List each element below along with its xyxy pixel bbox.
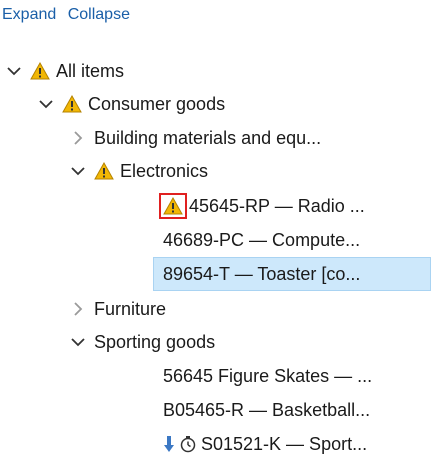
chevron-right-icon[interactable]: [68, 302, 88, 316]
chevron-down-icon[interactable]: [68, 337, 88, 347]
tree-leaf-radio[interactable]: 45645-RP — Radio ...: [159, 188, 365, 224]
tree-node-sporting-goods[interactable]: Sporting goods: [68, 324, 215, 360]
collapse-link[interactable]: Collapse: [68, 6, 130, 23]
tree-leaf-computer[interactable]: 46689-PC — Compute...: [163, 222, 360, 258]
tree-node-building-materials[interactable]: Building materials and equ...: [68, 120, 321, 156]
tree-node-label: 46689-PC — Compute...: [163, 229, 361, 250]
chevron-down-icon[interactable]: [68, 166, 88, 176]
tree-node-furniture[interactable]: Furniture: [68, 291, 166, 327]
tree-node-label: Furniture: [94, 298, 167, 319]
low-priority-icon: [163, 435, 175, 453]
tree-node-label: Sporting goods: [94, 331, 216, 352]
tree-toolbar: Expand Collapse: [2, 6, 137, 24]
tree-node-all-items[interactable]: All items: [4, 53, 124, 89]
tree-node-consumer-goods[interactable]: Consumer goods: [36, 86, 225, 122]
timer-icon: [179, 435, 197, 453]
tree-leaf-sport[interactable]: S01521-K — Sport...: [163, 426, 367, 462]
tree-leaf-toaster[interactable]: 89654-T — Toaster [co...: [153, 257, 431, 291]
tree-node-label: Consumer goods: [88, 93, 226, 114]
tree-node-label: All items: [56, 60, 125, 81]
chevron-right-icon[interactable]: [68, 131, 88, 145]
warning-icon: [94, 162, 114, 180]
chevron-down-icon[interactable]: [4, 66, 24, 76]
warning-icon: [30, 62, 50, 80]
tree-node-electronics[interactable]: Electronics: [68, 153, 208, 189]
tree-node-label: Electronics: [120, 160, 209, 181]
tree-node-label: 89654-T — Toaster [co...: [163, 263, 361, 284]
tree-node-label: Building materials and equ...: [94, 127, 322, 148]
tree-node-label: 56645 Figure Skates — ...: [163, 365, 373, 386]
chevron-down-icon[interactable]: [36, 99, 56, 109]
warning-icon: [159, 193, 187, 219]
tree-node-label: 45645-RP — Radio ...: [189, 195, 365, 216]
expand-link[interactable]: Expand: [2, 6, 56, 23]
tree-node-label: B05465-R — Basketball...: [163, 399, 371, 420]
tree-node-label: S01521-K — Sport...: [201, 433, 368, 454]
tree-leaf-figure-skates[interactable]: 56645 Figure Skates — ...: [163, 358, 372, 394]
warning-icon: [62, 95, 82, 113]
tree-leaf-basketball[interactable]: B05465-R — Basketball...: [163, 392, 370, 428]
